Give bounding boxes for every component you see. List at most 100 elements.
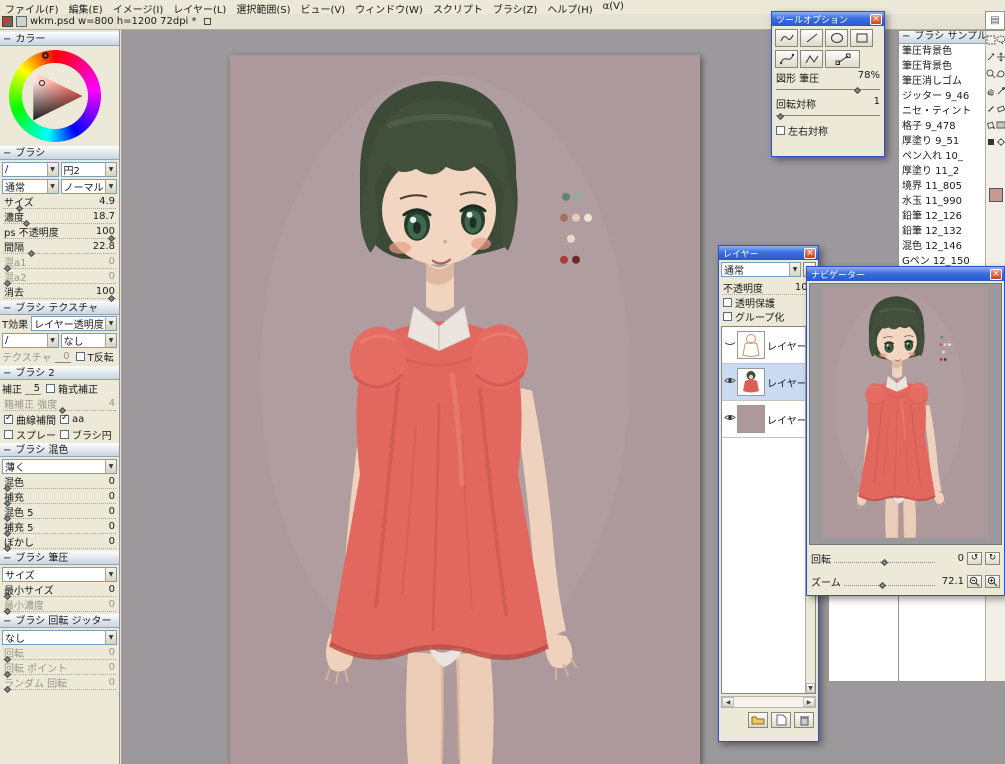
correction-value[interactable]: 5 bbox=[25, 383, 41, 395]
line-tool-button[interactable] bbox=[800, 29, 823, 47]
brush-sample-item[interactable]: 鉛筆 12_132 bbox=[899, 224, 986, 239]
close-icon[interactable]: × bbox=[870, 13, 882, 25]
magic-wand-icon[interactable] bbox=[986, 51, 996, 62]
canvas[interactable] bbox=[230, 55, 700, 764]
rotate-icon[interactable] bbox=[996, 68, 1005, 79]
brush-sample-item[interactable]: 水玉 11_990 bbox=[899, 194, 986, 209]
section-header-jitter[interactable]: − ブラシ 回転 ジッター bbox=[0, 614, 119, 628]
menu-image[interactable]: イメージ(I) bbox=[113, 1, 164, 16]
slider-interval[interactable]: 間隔 22.8 bbox=[3, 239, 116, 258]
polyline-tool-button[interactable] bbox=[800, 50, 823, 68]
blend-mode-select[interactable]: 通常 ▼ bbox=[721, 262, 801, 277]
menu-selection[interactable]: 選択範囲(S) bbox=[236, 1, 290, 16]
delete-layer-button[interactable] bbox=[794, 712, 814, 728]
section-header-pressure[interactable]: − ブラシ 筆圧 bbox=[0, 551, 119, 565]
brush-tip-select[interactable]: / ▼ bbox=[2, 162, 59, 177]
eyedropper-icon[interactable] bbox=[996, 85, 1005, 96]
section-header-texture[interactable]: − ブラシ テクスチャ bbox=[0, 301, 119, 315]
new-folder-button[interactable] bbox=[748, 712, 768, 728]
mix-mode-select[interactable]: 薄く ▼ bbox=[2, 459, 117, 474]
brush-sample-item[interactable]: 筆圧背景色 bbox=[899, 59, 986, 74]
rect-tool-button[interactable] bbox=[850, 29, 873, 47]
horizontal-scrollbar[interactable]: ◀ ▶ bbox=[721, 696, 816, 708]
document-icon[interactable] bbox=[16, 16, 27, 27]
zoom-in-icon[interactable] bbox=[985, 575, 1000, 588]
slider-density[interactable]: 濃度 18.7 bbox=[3, 209, 116, 228]
pen-icon[interactable] bbox=[986, 102, 996, 113]
slider-erase[interactable]: 消去 100 bbox=[3, 284, 116, 303]
menu-layer[interactable]: レイヤー(L) bbox=[173, 1, 226, 16]
checkbox-mirror-symmetry[interactable]: 左右対称 bbox=[774, 123, 830, 138]
sv-marker[interactable] bbox=[39, 80, 45, 86]
texture-effect-select[interactable]: レイヤー透明度 ▼ bbox=[31, 316, 117, 331]
edit-path-tool-button[interactable] bbox=[825, 50, 860, 68]
eraser-icon[interactable] bbox=[996, 102, 1005, 113]
move-icon[interactable] bbox=[996, 51, 1005, 62]
checkbox-clipping-group[interactable]: グループ化 bbox=[721, 310, 786, 324]
layer-row[interactable]: レイヤー1 bbox=[722, 327, 815, 364]
color-sample-icon[interactable] bbox=[986, 136, 996, 147]
brush-mode-select[interactable]: 通常 ▼ bbox=[2, 179, 59, 194]
slider-min-density[interactable]: 最小濃度 0 bbox=[3, 597, 116, 616]
brush-sample-item[interactable]: 筆圧消しゴム bbox=[899, 74, 986, 89]
slider-random-rotation[interactable]: ランダム 回転 0 bbox=[3, 675, 116, 694]
section-header-mix[interactable]: − ブラシ 混色 bbox=[0, 443, 119, 457]
menu-window[interactable]: ウィンドウ(W) bbox=[355, 1, 423, 16]
slider-rotation[interactable]: 回転 0 bbox=[3, 645, 116, 664]
checkbox-texture-invert[interactable]: T反転 bbox=[74, 350, 116, 364]
layer-opacity-slider[interactable]: 不透明度 100 bbox=[722, 280, 816, 299]
checkbox-spray[interactable]: スプレー bbox=[2, 427, 58, 442]
layer-row[interactable]: レイヤー2 bbox=[722, 401, 815, 438]
menu-edit[interactable]: 編集(E) bbox=[69, 1, 103, 16]
gradient-icon[interactable] bbox=[996, 119, 1005, 130]
ellipse-tool-button[interactable] bbox=[825, 29, 848, 47]
checkbox-box-correction[interactable]: 箱式補正 bbox=[44, 382, 100, 396]
brush-sample-item[interactable]: 筆圧背景色 bbox=[899, 44, 986, 59]
rotate-ccw-icon[interactable]: ↺ bbox=[967, 552, 982, 565]
slider-mix-a2[interactable]: 混a2 0 bbox=[3, 269, 116, 288]
section-header-color[interactable]: − カラー bbox=[0, 32, 119, 46]
section-header-brush2[interactable]: − ブラシ 2 bbox=[0, 366, 119, 380]
window-titlebar[interactable]: レイヤー × bbox=[719, 246, 818, 260]
menu-file[interactable]: ファイル(F) bbox=[5, 1, 59, 16]
foreground-color-swatch[interactable] bbox=[988, 188, 1003, 202]
closed-eye-icon[interactable] bbox=[723, 339, 737, 351]
texture-strength-value[interactable]: 0 bbox=[54, 351, 71, 363]
slider-box-strength[interactable]: 箱補正 強度 4 bbox=[3, 396, 116, 415]
brush-blend-select[interactable]: ノーマル ▼ bbox=[60, 179, 117, 194]
slider-mix5[interactable]: 混色 50 bbox=[3, 504, 116, 523]
bucket-icon[interactable] bbox=[986, 119, 996, 130]
checkbox-brush-circle[interactable]: ブラシ円 bbox=[58, 427, 114, 442]
checkbox-aa[interactable]: aa bbox=[58, 412, 86, 426]
shape-pressure-slider[interactable]: 図形 筆圧 78% bbox=[776, 70, 880, 95]
menu-brush[interactable]: ブラシ(Z) bbox=[493, 1, 537, 16]
brush-sample-item[interactable]: ジッター 9_46 bbox=[899, 89, 986, 104]
checkbox-preserve-opacity[interactable]: 透明保護 bbox=[721, 295, 777, 310]
eye-icon[interactable] bbox=[723, 376, 737, 388]
lasso-icon[interactable] bbox=[996, 34, 1005, 45]
window-titlebar[interactable]: ナビゲーター × bbox=[807, 267, 1004, 281]
rect-select-icon[interactable] bbox=[986, 34, 996, 45]
texture-slot-select[interactable]: / ▼ bbox=[2, 333, 59, 348]
zoom-icon[interactable] bbox=[986, 68, 996, 79]
menu-help[interactable]: ヘルプ(H) bbox=[547, 1, 592, 16]
menu-view[interactable]: ビュー(V) bbox=[300, 1, 345, 16]
slider-mix[interactable]: 混色 0 bbox=[3, 474, 116, 493]
brush-sample-item[interactable]: 境界 11_805 bbox=[899, 179, 986, 194]
brush-sample-item[interactable]: 厚塗り 11_2 bbox=[899, 164, 986, 179]
menu-alpha[interactable]: α(V) bbox=[603, 1, 624, 13]
new-layer-button[interactable] bbox=[771, 712, 791, 728]
brush-sample-item[interactable]: 混色 12_146 bbox=[899, 239, 986, 254]
rotate-slider[interactable] bbox=[834, 555, 935, 566]
slider-ps-opacity[interactable]: ps 不透明度 100 bbox=[3, 224, 116, 243]
hand-icon[interactable] bbox=[986, 85, 996, 96]
close-icon[interactable]: × bbox=[804, 247, 816, 259]
brush-sample-item[interactable]: 格子 9_478 bbox=[899, 119, 986, 134]
color-wheel[interactable] bbox=[9, 50, 101, 142]
slider-mix-a1[interactable]: 混a1 0 bbox=[3, 254, 116, 273]
slider-min-size[interactable]: 最小サイズ 0 bbox=[3, 582, 116, 601]
dock-button[interactable]: ▤ bbox=[985, 11, 1005, 30]
pressure-target-select[interactable]: サイズ ▼ bbox=[2, 567, 117, 582]
brush-sample-item[interactable]: 厚塗り 9_51 bbox=[899, 134, 986, 149]
scroll-left-icon[interactable]: ◀ bbox=[722, 697, 734, 707]
